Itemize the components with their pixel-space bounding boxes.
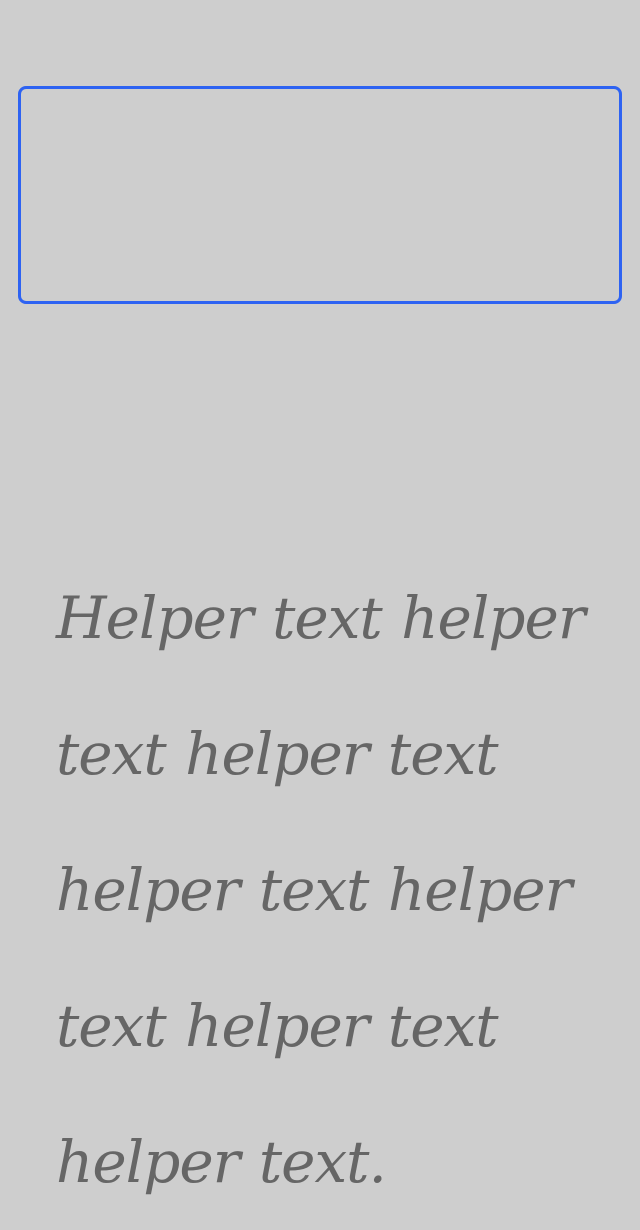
- text-input-field[interactable]: [18, 86, 622, 304]
- helper-text: Helper text helper text helper text help…: [56, 584, 586, 1196]
- text-input[interactable]: [21, 89, 619, 301]
